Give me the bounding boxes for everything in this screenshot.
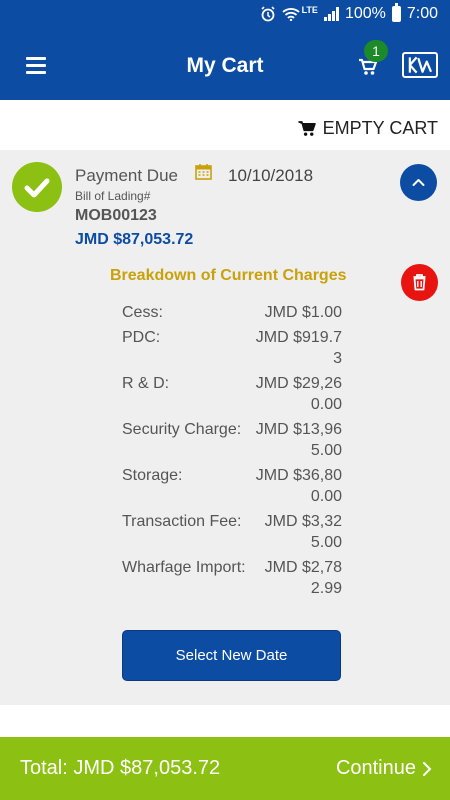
cart-total: Total: JMD $87,053.72: [20, 757, 221, 779]
empty-cart-label: EMPTY CART: [322, 118, 438, 138]
continue-button[interactable]: Continue: [336, 757, 432, 780]
item-amount: JMD $87,053.72: [75, 231, 194, 248]
charges-list: Cess: JMD $1.00 PDC: JMD $919.73 R & D: …: [122, 302, 342, 603]
check-icon: [12, 162, 62, 212]
checkout-footer[interactable]: Total: JMD $87,053.72 Continue: [0, 737, 450, 800]
calendar-icon: [195, 164, 212, 180]
charge-row: PDC: JMD $919.73: [122, 327, 342, 369]
chevron-right-icon: [423, 761, 432, 776]
charge-row: Transaction Fee: JMD $3,325.00: [122, 511, 342, 553]
logo-icon: [402, 52, 438, 78]
charge-label: PDC:: [122, 329, 161, 346]
charge-label: Wharfage Import:: [122, 559, 246, 576]
due-date: 10/10/2018: [228, 166, 314, 185]
charge-row: R & D: JMD $29,260.00: [122, 373, 342, 415]
cart-icon: [297, 121, 316, 136]
status-icons: LTE 100% 7:00: [260, 3, 438, 23]
charge-value: JMD $2,782.99: [264, 559, 342, 597]
charge-row: Wharfage Import: JMD $2,782.99: [122, 557, 342, 599]
wifi-icon: [281, 8, 300, 21]
status-bar: LTE 100% 7:00: [0, 0, 450, 30]
charge-value: JMD $3,325.00: [264, 513, 342, 551]
breakdown-title: Breakdown of Current Charges: [110, 267, 347, 284]
charge-value: JMD $36,800.00: [255, 467, 342, 505]
charge-label: Cess:: [122, 304, 163, 321]
cart-content: EMPTY CART Payment Due 10/10/2018 Bill o…: [0, 100, 450, 737]
signal-icon: [323, 7, 339, 21]
select-new-date-button[interactable]: Select New Date: [122, 630, 341, 681]
charge-value: JMD $29,260.00: [255, 375, 342, 413]
charge-label: Storage:: [122, 467, 183, 484]
trash-icon: [413, 274, 426, 291]
battery-icon: [391, 3, 401, 22]
payment-status: Payment Due: [75, 166, 178, 185]
bill-of-lading-number: MOB00123: [75, 207, 157, 224]
empty-cart-button[interactable]: EMPTY CART: [297, 118, 438, 139]
delete-item-button[interactable]: [401, 264, 438, 301]
charge-value: JMD $1.00: [264, 304, 342, 321]
charge-value: JMD $13,965.00: [255, 421, 342, 459]
bill-of-lading-label: Bill of Lading#: [75, 189, 151, 203]
charge-label: Transaction Fee:: [122, 513, 242, 530]
charge-row: Cess: JMD $1.00: [122, 302, 342, 323]
charge-label: Security Charge:: [122, 421, 242, 438]
charge-label: R & D:: [122, 375, 170, 392]
chevron-up-icon: [412, 179, 425, 186]
collapse-button[interactable]: [400, 164, 437, 201]
continue-label: Continue: [335, 757, 416, 779]
cart-count-badge: 1: [364, 40, 388, 62]
charge-row: Storage: JMD $36,800.00: [122, 465, 342, 507]
charge-value: JMD $919.73: [255, 329, 342, 367]
app-bar: My Cart 1: [0, 30, 450, 100]
alarm-icon: [261, 6, 275, 22]
cart-item-card: Payment Due 10/10/2018 Bill of Lading# M…: [0, 150, 450, 705]
network-type: LTE: [301, 5, 318, 15]
charge-row: Security Charge: JMD $13,965.00: [122, 419, 342, 461]
battery-percent: 100%: [344, 5, 386, 22]
status-time: 7:00: [406, 5, 438, 22]
